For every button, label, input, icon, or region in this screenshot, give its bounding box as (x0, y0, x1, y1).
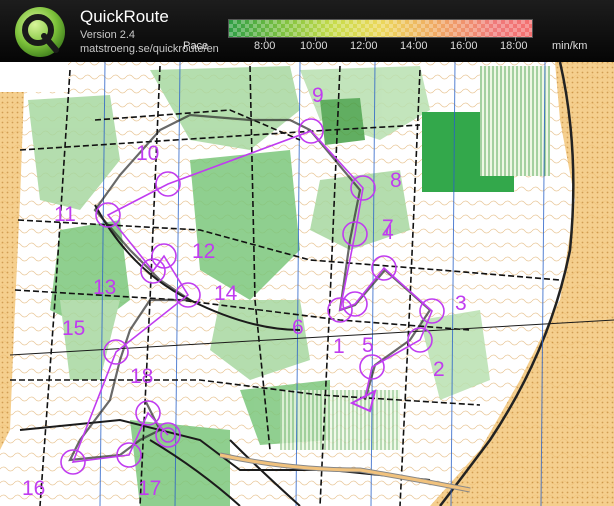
control-label-13: 13 (93, 276, 116, 299)
control-label-16: 16 (22, 477, 45, 500)
pace-tick-label: 14:00 (400, 40, 428, 52)
control-label-15: 15 (62, 317, 85, 340)
control-label-2: 2 (433, 358, 445, 381)
control-label-14: 14 (214, 282, 238, 305)
quickroute-logo (15, 7, 65, 57)
pace-tick-label: 12:00 (350, 40, 378, 52)
pace-color-scale (228, 19, 533, 38)
header-bar: QuickRoute Version 2.4 matstroeng.se/qui… (0, 0, 614, 62)
control-label-11: 11 (54, 203, 76, 226)
control-label-3: 3 (455, 292, 467, 315)
app-title: QuickRoute (80, 7, 169, 26)
map-corner-blank (0, 62, 68, 92)
pace-tick-label: 8:00 (254, 40, 276, 52)
control-label-9: 9 (312, 84, 324, 107)
control-label-8: 8 (390, 169, 402, 192)
pace-unit: min/km (552, 40, 588, 52)
control-label-7: 7 (382, 216, 394, 239)
striped-vegetation (480, 66, 550, 176)
pace-tick-label: 10:00 (300, 40, 328, 52)
pace-tick-label: 18:00 (500, 40, 528, 52)
control-label-12: 12 (192, 240, 215, 263)
control-label-18: 18 (130, 365, 153, 388)
app-version: Version 2.4 (80, 29, 136, 41)
control-label-10: 10 (136, 142, 159, 165)
control-label-5: 5 (362, 334, 374, 357)
pace-label: Pace (183, 40, 209, 52)
orienteering-map[interactable]: 1 2 3 4 5 6 7 8 9 10 11 12 13 14 15 16 1… (0, 62, 614, 506)
map-canvas[interactable]: 1 2 3 4 5 6 7 8 9 10 11 12 13 14 15 16 1… (0, 62, 614, 506)
control-label-1: 1 (333, 335, 345, 358)
quickroute-window: QuickRoute Version 2.4 matstroeng.se/qui… (0, 0, 614, 506)
control-label-17: 17 (138, 477, 161, 500)
pace-tick-label: 16:00 (450, 40, 478, 52)
control-label-6: 6 (292, 316, 304, 339)
